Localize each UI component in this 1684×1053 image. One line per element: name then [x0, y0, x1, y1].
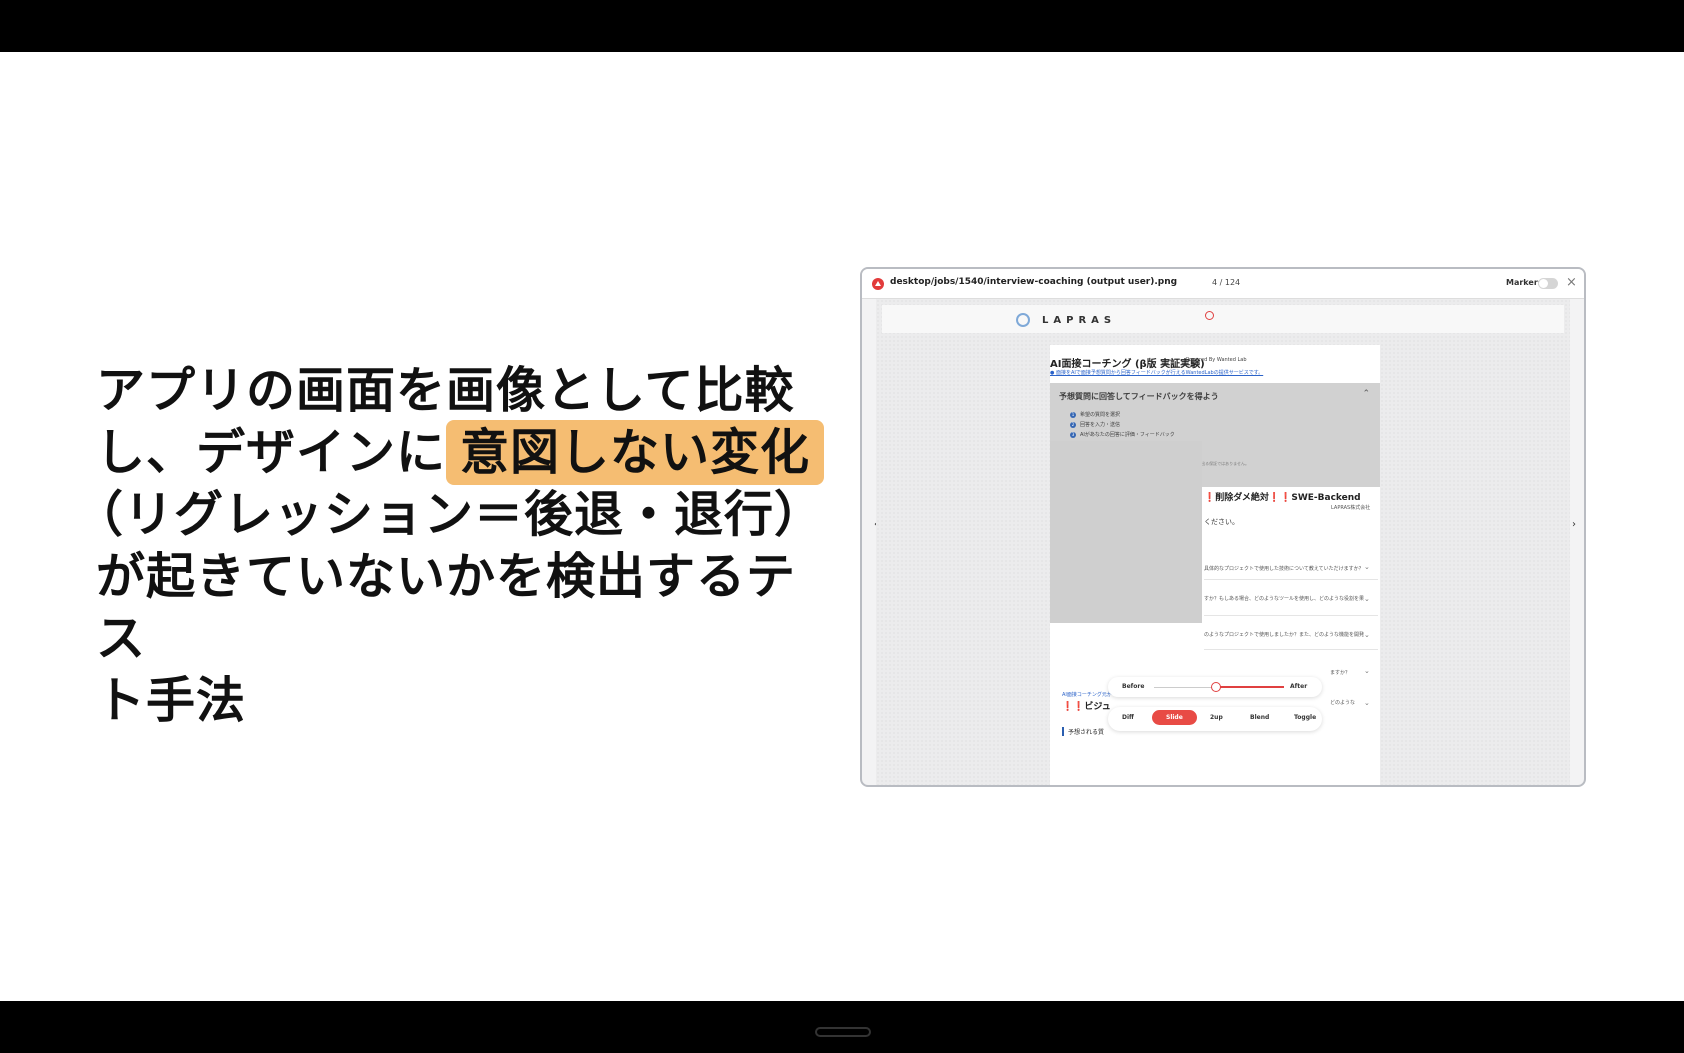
site-header: LAPRAS: [882, 305, 1564, 333]
powered-by-label: Powered By Wanted Lab: [1186, 357, 1247, 363]
after-label: After: [1290, 683, 1308, 690]
question-item[interactable]: 具体的なプロジェクトで使用した技術について教えていただけますか？: [1204, 565, 1372, 572]
headline-line-3: （リグレッション＝後退・退行）: [74, 486, 825, 543]
step-item: 3 AIがあなたの回答に評価・フィードバック: [1070, 432, 1175, 438]
job-title: ❗削除ダメ絶対❗❗SWE-Backend: [1204, 493, 1361, 503]
chevron-down-icon[interactable]: ⌄: [1364, 667, 1370, 675]
mode-blend-button[interactable]: Blend: [1250, 714, 1269, 721]
headline-line-2-prefix: し、デザインに: [96, 424, 447, 481]
headline-line-5: ト手法: [96, 672, 247, 729]
question-item[interactable]: すか？もしある場合、どのようなツールを使用し、どのような役割を果: [1204, 595, 1372, 602]
chevron-down-icon[interactable]: ⌄: [1364, 699, 1370, 707]
diff-marker-icon[interactable]: [1205, 311, 1214, 320]
brand-logo: LAPRAS: [1042, 315, 1117, 326]
card-title: 予想質問に回答してフィードバックを得よう: [1059, 392, 1219, 401]
headline-line-4: が起きていないかを検出するテス: [96, 548, 797, 667]
lower-card-tag: AI面接コーチング元が: [1062, 692, 1112, 698]
chevron-down-icon[interactable]: ⌄: [1364, 563, 1370, 571]
step-item: 2 回答を入力・送信: [1070, 422, 1121, 428]
headline-highlight: 意図しない変化: [446, 420, 825, 485]
lower-card-section: 予想される質: [1062, 727, 1104, 736]
headline-line-2: し、デザインに 意図しない変化: [96, 420, 836, 485]
company-name: LAPRAS株式会社: [1331, 505, 1371, 511]
screenshot-viewer-window: desktop/jobs/1540/interview-coaching (ou…: [860, 267, 1586, 787]
fingerprint-icon: [1016, 313, 1030, 327]
slider-fill: [1216, 686, 1284, 688]
chevron-down-icon[interactable]: ⌄: [1364, 595, 1370, 603]
markers-toggle[interactable]: [1538, 278, 1558, 289]
image-counter: 4 / 124: [1212, 278, 1241, 287]
slider-handle[interactable]: [1211, 682, 1222, 692]
home-indicator[interactable]: [815, 1027, 871, 1037]
file-path: desktop/jobs/1540/interview-coaching (ou…: [890, 277, 1178, 287]
before-label: Before: [1122, 683, 1145, 690]
divider: [1204, 579, 1378, 580]
mode-toggle-button[interactable]: Toggle: [1294, 714, 1316, 721]
mode-diff-button[interactable]: Diff: [1122, 714, 1134, 721]
top-letterbox-bar: [0, 0, 1684, 52]
compared-image-view: LAPRAS AI面接コーチング (β版 実証実験) Powered By Wa…: [876, 299, 1570, 785]
before-after-slider[interactable]: Before After: [1108, 677, 1322, 697]
headline-line-1: アプリの画面を画像として比較: [96, 362, 795, 419]
mode-slide-button[interactable]: Slide: [1152, 710, 1197, 725]
service-link[interactable]: 面接をAIで面接予想質問から回答フィードバックが行えるWantedLabの提供サ…: [1050, 369, 1263, 376]
chevron-down-icon[interactable]: ⌄: [1364, 631, 1370, 639]
slide-headline: アプリの画面を画像として比較 し、デザインに 意図しない変化 （リグレッション＝後…: [74, 360, 836, 732]
before-overlay-region: [1050, 441, 1202, 623]
step-item: 1 希望の質問を選択: [1070, 412, 1121, 418]
app-logo-icon: [872, 278, 884, 290]
presentation-slide: アプリの画面を画像として比較 し、デザインに 意図しない変化 （リグレッション＝後…: [0, 52, 1684, 1001]
divider: [1204, 649, 1378, 650]
close-icon[interactable]: ×: [1566, 275, 1577, 290]
question-item[interactable]: のようなプロジェクトで使用しましたか？また、どのような機能を開発: [1204, 631, 1372, 638]
divider: [1204, 615, 1378, 616]
chevron-up-icon[interactable]: ⌃: [1362, 389, 1370, 399]
lower-card-title: ❗❗ビジュ: [1062, 702, 1111, 712]
page-title: AI面接コーチング (β版 実証実験): [1050, 359, 1205, 370]
compare-mode-tabs: Diff Slide 2up Blend Toggle: [1108, 707, 1322, 731]
chevron-right-icon[interactable]: ›: [1572, 519, 1576, 530]
viewer-header: desktop/jobs/1540/interview-coaching (ou…: [862, 269, 1584, 299]
mode-2up-button[interactable]: 2up: [1210, 714, 1223, 721]
instruction-text: ください。: [1204, 518, 1239, 526]
